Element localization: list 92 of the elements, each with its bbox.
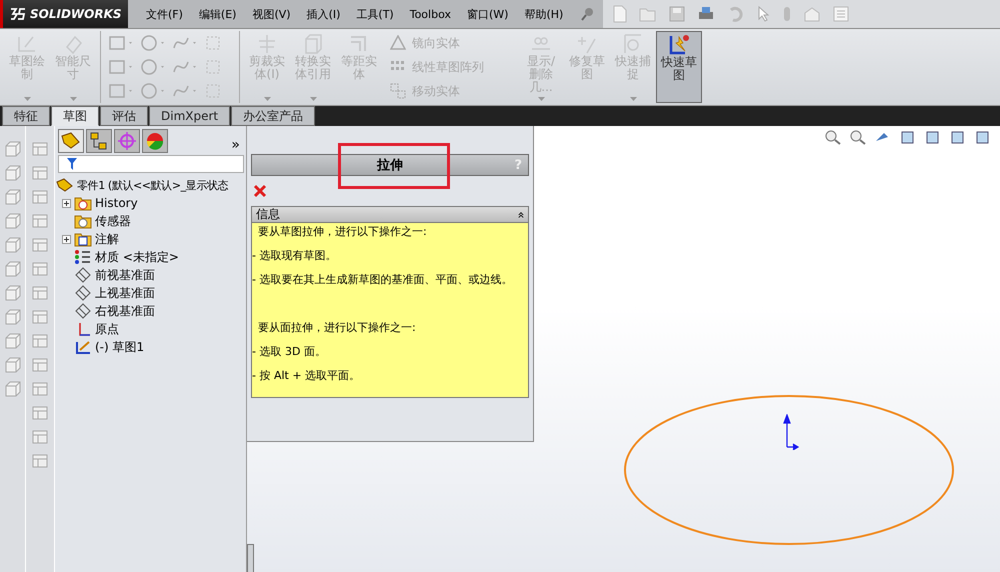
command-button[interactable]: 快速草图 <box>656 31 702 103</box>
cube-icon[interactable] <box>4 332 22 350</box>
message-text: 要从草图拉伸，进行以下操作之一: <box>257 225 428 239</box>
group-title: 信息 <box>256 206 280 223</box>
tree-item[interactable]: 注解 <box>95 230 119 248</box>
plane-icon <box>74 267 92 283</box>
tree-item[interactable]: History <box>95 196 138 210</box>
plane-icon <box>74 285 92 301</box>
menu-item[interactable]: 视图(V) <box>252 6 291 22</box>
table-icon[interactable] <box>31 308 49 326</box>
expand-more[interactable]: » <box>231 137 244 153</box>
table-icon[interactable] <box>31 140 49 158</box>
tree-item[interactable]: 前视基准面 <box>95 266 155 284</box>
feature-title: 拉伸 <box>377 157 403 174</box>
part-icon <box>56 177 74 193</box>
tab[interactable]: 特征 <box>2 106 50 126</box>
tree-item[interactable]: 材质 <未指定> <box>95 248 179 266</box>
tab[interactable]: 草图 <box>51 106 99 126</box>
move-icon <box>390 83 406 99</box>
sketch-icon <box>74 339 92 355</box>
table-icon[interactable] <box>31 212 49 230</box>
table-icon[interactable] <box>31 260 49 278</box>
cube-icon[interactable] <box>4 212 22 230</box>
filter-icon <box>67 158 77 170</box>
cube-icon[interactable] <box>4 284 22 302</box>
gauge-folder-icon <box>74 213 92 229</box>
view-tool-icon[interactable] <box>824 129 842 145</box>
cube-icon[interactable] <box>4 308 22 326</box>
table-icon[interactable] <box>31 236 49 254</box>
list-icon[interactable] <box>833 6 850 22</box>
cube-icon[interactable] <box>4 188 22 206</box>
save-icon[interactable] <box>669 6 686 22</box>
panel-splitter[interactable] <box>247 544 254 572</box>
property-tab-icon[interactable] <box>86 129 112 153</box>
expand-toggle-icon[interactable] <box>62 198 71 208</box>
cancel-icon[interactable] <box>253 184 267 198</box>
cube-icon[interactable] <box>4 260 22 278</box>
tree-item[interactable]: 原点 <box>95 320 119 338</box>
clock-folder-icon <box>74 195 92 211</box>
menu-item[interactable]: 工具(T) <box>356 6 394 22</box>
new-document-icon[interactable] <box>613 5 628 23</box>
message-text: - 选取 3D 面。 <box>252 345 327 359</box>
message-text: - 选取现有草图。 <box>252 249 338 263</box>
tab[interactable]: 评估 <box>100 106 148 126</box>
table-icon[interactable] <box>31 332 49 350</box>
table-icon[interactable] <box>31 380 49 398</box>
table-icon[interactable] <box>31 404 49 422</box>
view-tool-icon[interactable] <box>849 129 867 145</box>
group-header[interactable]: 信息 » <box>252 207 528 222</box>
tree-item[interactable]: 零件1 (默认<<默认>_显示状态 <box>56 176 246 194</box>
triangle-icon <box>390 35 406 51</box>
tree-item[interactable]: 上视基准面 <box>95 284 155 302</box>
cube-icon[interactable] <box>4 140 22 158</box>
tree-item[interactable]: (-) 草图1 <box>95 338 144 356</box>
crosshair-icon[interactable] <box>114 129 140 153</box>
menu-item[interactable]: 插入(I) <box>306 6 340 22</box>
collapse-button[interactable]: » <box>513 210 528 218</box>
tree-item[interactable]: 右视基准面 <box>95 302 155 320</box>
logo-mark-icon <box>10 8 26 20</box>
menu-item[interactable]: 编辑(E) <box>198 6 236 22</box>
tab[interactable]: 办公室产品 <box>231 106 316 126</box>
menu-item[interactable]: 窗口(W) <box>466 6 508 22</box>
tree-item[interactable]: 传感器 <box>95 212 131 230</box>
table-icon[interactable] <box>31 356 49 374</box>
tab[interactable]: DimXpert <box>149 106 230 126</box>
cube-icon[interactable] <box>4 380 22 398</box>
printer-icon[interactable] <box>697 6 716 22</box>
pointer-icon[interactable] <box>757 6 772 22</box>
message-text: 要从面拉伸，进行以下操作之一: <box>257 320 417 335</box>
letter-folder-icon <box>74 231 92 247</box>
plane-icon <box>74 303 92 319</box>
table-icon[interactable] <box>31 452 49 470</box>
material-icon <box>74 249 92 265</box>
message-text: - 按 Alt + 选取平面。 <box>252 369 362 383</box>
feature-tree-tab-icon[interactable] <box>58 129 84 153</box>
lightning-icon <box>667 34 691 56</box>
table-icon[interactable] <box>31 284 49 302</box>
table-icon[interactable] <box>31 188 49 206</box>
expand-toggle-icon[interactable] <box>62 234 71 244</box>
open-folder-icon[interactable] <box>639 6 658 22</box>
undo-icon[interactable] <box>727 6 746 22</box>
cube-icon[interactable] <box>4 356 22 374</box>
app-logo: SOLIDWORKS <box>0 0 128 28</box>
table-icon[interactable] <box>31 428 49 446</box>
cube-icon[interactable] <box>4 236 22 254</box>
menu-item[interactable]: 文件(F) <box>146 6 183 22</box>
message-text: - 选取要在其上生成新草图的基准面、平面、或边线。 <box>252 273 514 287</box>
cube-icon[interactable] <box>4 164 22 182</box>
table-icon[interactable] <box>31 164 49 182</box>
filter-field[interactable] <box>58 155 244 173</box>
menu-item[interactable]: Toolbox <box>410 8 451 20</box>
menu-item[interactable]: 帮助(H) <box>524 6 564 22</box>
